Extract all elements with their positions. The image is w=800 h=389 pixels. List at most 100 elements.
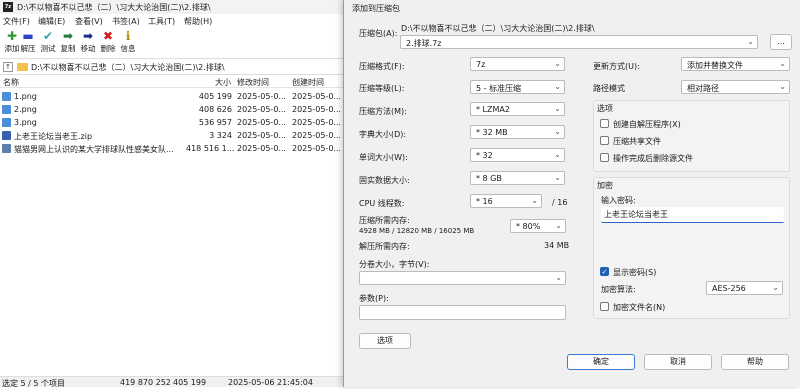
password-input[interactable]: 上老王论坛当老王	[601, 207, 784, 223]
options-button[interactable]: 选项	[359, 333, 411, 349]
minus-icon: ▬	[22, 29, 34, 43]
column-size[interactable]: 大小	[215, 77, 231, 88]
delete-after-checkbox[interactable]	[600, 153, 609, 162]
file-size: 418 516 1...	[186, 144, 234, 153]
menu-file[interactable]: 文件(F)	[3, 16, 30, 27]
path-mode-value: 相对路径	[687, 84, 719, 93]
help-button[interactable]: 帮助	[721, 354, 789, 370]
menu-view[interactable]: 查看(V)	[75, 16, 103, 27]
image-file-icon	[2, 105, 11, 114]
file-created: 2025-05-0...	[292, 92, 342, 101]
sfx-label: 创建自解压程序(X)	[613, 120, 681, 129]
delete-after-label: 操作完成后删除源文件	[613, 154, 693, 163]
column-modified[interactable]: 修改时间	[237, 77, 269, 88]
info-icon: ℹ	[125, 29, 131, 43]
encrypt-names-checkbox[interactable]	[600, 302, 609, 311]
file-size: 536 957	[198, 118, 232, 127]
password-value: 上老王论坛当老王	[604, 210, 668, 219]
zip-file-icon	[2, 131, 11, 140]
window-title: D:\不以物喜不以己悲（二）\习大大论治国(二)\2.排球\	[17, 3, 211, 12]
status-selection: 选定 5 / 5 个项目	[2, 379, 66, 388]
word-select[interactable]: * 32 ⌄	[470, 148, 565, 162]
file-row[interactable]: 2.png 408 626 2025-05-0... 2025-05-0...	[0, 103, 350, 116]
toolbar: ✚ 添加 ▬ 解压 ✔ 测试 ➡ 复制 ➡ 移动 ✖ 删除 ℹ 信息	[0, 28, 350, 58]
menu-help[interactable]: 帮助(H)	[184, 16, 212, 27]
file-size: 405 199	[198, 92, 232, 101]
column-header: 名称 大小 修改时间 创建时间	[0, 76, 350, 88]
image-file-icon	[2, 118, 11, 127]
encryption-method-select[interactable]: AES-256 ⌄	[706, 281, 783, 295]
menu-bookmarks[interactable]: 书签(A)	[112, 16, 140, 27]
archive-label: 压缩包(A):	[359, 29, 398, 38]
threads-value: * 16	[476, 197, 493, 206]
chevron-down-icon: ⌄	[779, 82, 786, 91]
status-selected-size: 405 199	[173, 378, 207, 387]
dialog-title: 添加到压缩包	[352, 4, 400, 13]
options-group: 选项 创建自解压程序(X) 压缩共享文件 操作完成后删除源文件	[593, 100, 790, 172]
browse-button[interactable]: ...	[770, 34, 792, 50]
update-mode-select[interactable]: 添加并替换文件 ⌄	[681, 57, 790, 71]
column-created[interactable]: 创建时间	[292, 77, 324, 88]
file-created: 2025-05-0...	[292, 118, 342, 127]
split-label: 分卷大小，字节(V):	[359, 260, 430, 269]
dict-select[interactable]: * 32 MB ⌄	[470, 125, 565, 139]
chevron-down-icon: ⌄	[554, 82, 561, 91]
file-created: 2025-05-0...	[292, 131, 342, 140]
shared-files-label: 压缩共享文件	[613, 137, 661, 146]
file-row[interactable]: 上老王论坛当老王.zip 3 324 2025-05-0... 2025-05-…	[0, 129, 350, 142]
file-row[interactable]: 猫猫男网上认识的某大学排球队性感美女队... 418 516 1... 2025…	[0, 142, 350, 155]
info-button[interactable]: ℹ 信息	[117, 30, 139, 58]
encryption-method-value: AES-256	[712, 284, 746, 293]
chevron-down-icon[interactable]: ⌄	[747, 37, 754, 46]
arrow-right-icon: ➡	[62, 29, 74, 43]
encrypt-names-label: 加密文件名(N)	[613, 303, 666, 312]
file-created: 2025-05-0...	[292, 105, 342, 114]
file-row[interactable]: 3.png 536 957 2025-05-0... 2025-05-0...	[0, 116, 350, 129]
archive-path: D:\不以物喜不以己悲（二）\习大大论治国(二)\2.排球\	[401, 24, 595, 33]
format-select[interactable]: 7z ⌄	[470, 57, 565, 71]
address-path[interactable]: D:\不以物喜不以己悲（二）\习大大论治国(二)\2.排球\	[31, 62, 225, 73]
check-icon: ✔	[42, 29, 54, 43]
file-row[interactable]: 1.png 405 199 2025-05-0... 2025-05-0...	[0, 90, 350, 103]
archive-name-value: 2.排球.7z	[406, 39, 442, 48]
menu-edit[interactable]: 编辑(E)	[38, 16, 65, 27]
move-arrow-icon: ➡	[82, 29, 94, 43]
file-modified: 2025-05-0...	[237, 131, 287, 140]
file-modified: 2025-05-0...	[237, 92, 287, 101]
params-input[interactable]	[359, 305, 566, 320]
decompress-memory-value: 34 MB	[544, 241, 570, 250]
address-bar[interactable]: ↑ D:\不以物喜不以己悲（二）\习大大论治国(二)\2.排球\	[0, 58, 350, 75]
chevron-down-icon: ⌄	[555, 221, 562, 230]
shared-files-checkbox[interactable]	[600, 136, 609, 145]
chevron-down-icon: ⌄	[554, 59, 561, 68]
chevron-down-icon: ⌄	[779, 59, 786, 68]
path-mode-label: 路径模式	[593, 84, 625, 93]
memory-percent-select[interactable]: * 80% ⌄	[510, 219, 566, 233]
title-bar: 7z D:\不以物喜不以己悲（二）\习大大论治国(二)\2.排球\	[0, 0, 350, 14]
method-select[interactable]: * LZMA2 ⌄	[470, 102, 565, 116]
ok-button[interactable]: 确定	[567, 354, 635, 370]
encryption-group: 加密 输入密码: 上老王论坛当老王 ✓ 显示密码(S) 加密算法: AES-25…	[593, 177, 790, 319]
show-password-label: 显示密码(S)	[613, 268, 657, 277]
info-label: 信息	[120, 44, 136, 53]
status-date: 2025-05-06 21:45:04	[228, 378, 313, 387]
chevron-down-icon: ⌄	[554, 104, 561, 113]
format-label: 压缩格式(F):	[359, 62, 405, 71]
column-name[interactable]: 名称	[3, 77, 19, 88]
menu-tools[interactable]: 工具(T)	[148, 16, 175, 27]
threads-select[interactable]: * 16 ⌄	[470, 194, 542, 208]
show-password-checkbox[interactable]: ✓	[600, 267, 609, 276]
file-name: 3.png	[14, 118, 37, 127]
memory-detail: 4928 MB / 12820 MB / 16025 MB	[359, 227, 475, 235]
solid-select[interactable]: * 8 GB ⌄	[470, 171, 565, 185]
chevron-down-icon: ⌄	[554, 173, 561, 182]
encryption-group-title: 加密	[597, 181, 613, 190]
sfx-checkbox[interactable]	[600, 119, 609, 128]
level-select[interactable]: 5 - 标准压缩 ⌄	[470, 80, 565, 94]
archive-name-combo[interactable]: 2.排球.7z ⌄	[400, 35, 758, 49]
folder-up-icon[interactable]: ↑	[3, 62, 13, 72]
cancel-button[interactable]: 取消	[644, 354, 712, 370]
chevron-down-icon: ⌄	[554, 150, 561, 159]
split-volume-combo[interactable]: ⌄	[359, 271, 566, 285]
path-mode-select[interactable]: 相对路径 ⌄	[681, 80, 790, 94]
